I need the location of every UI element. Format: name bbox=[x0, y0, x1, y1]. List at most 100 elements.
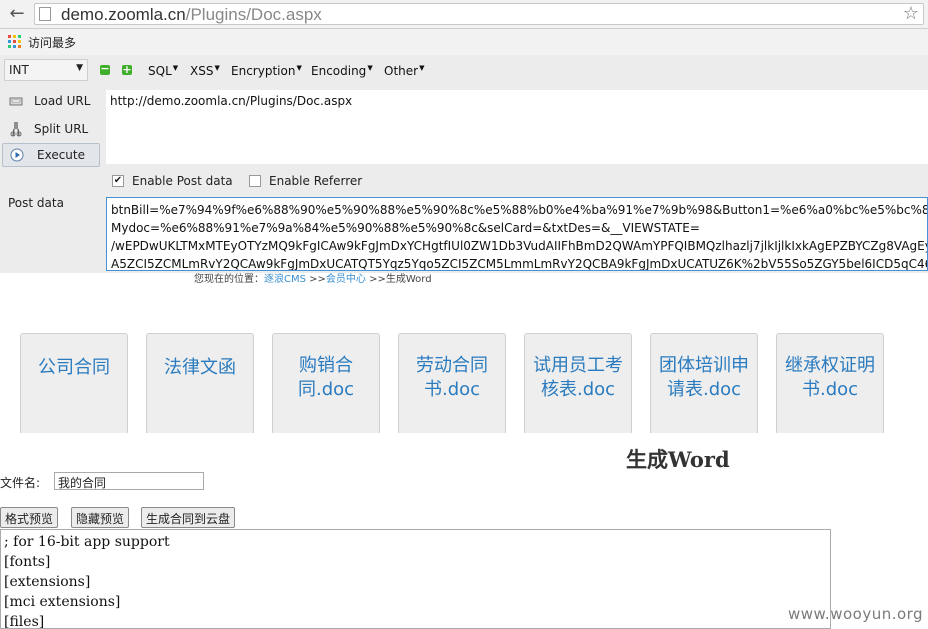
increase-icon[interactable]: + bbox=[122, 64, 132, 75]
editor-line: ; for 16-bit app support bbox=[4, 534, 170, 550]
bookmarks-bar: 访问最多 bbox=[0, 29, 928, 55]
address-domain: demo.zoomla.cn bbox=[61, 5, 186, 24]
card-line: 团体培训申 bbox=[659, 355, 749, 376]
caret-icon: ▼ bbox=[367, 64, 373, 72]
filename-label: 文件名: bbox=[0, 476, 41, 490]
menu-other-label: Other bbox=[384, 64, 419, 78]
menu-sql-label: SQL bbox=[148, 64, 172, 78]
format-preview-button[interactable]: 格式预览 bbox=[0, 507, 59, 528]
breadcrumb-member-link[interactable]: 会员中心 bbox=[326, 274, 366, 285]
card-line: 继承权证明 bbox=[785, 355, 875, 376]
address-text: demo.zoomla.cn/Plugins/Doc.aspx bbox=[61, 5, 322, 25]
template-card-title: 试用员工考核表.doc bbox=[529, 354, 627, 402]
editor-line: [files] bbox=[4, 614, 45, 629]
card-line: 书.doc bbox=[801, 379, 859, 400]
enable-post-label: Enable Post data bbox=[132, 174, 233, 188]
load-url-label: Load URL bbox=[34, 94, 91, 108]
template-card-title: 劳动合同书.doc bbox=[403, 354, 501, 402]
template-card[interactable]: 试用员工考核表.doc bbox=[524, 333, 632, 433]
template-card[interactable]: 购销合 同.doc bbox=[272, 333, 380, 433]
card-line: 劳动合同 bbox=[416, 355, 488, 376]
hackbar-panel: INT ▼ − + SQL▼ XSS▼ Encryption▼ Encoding… bbox=[0, 55, 928, 273]
template-card[interactable]: 团体培训申请表.doc bbox=[650, 333, 758, 433]
address-path: /Plugins/Doc.aspx bbox=[185, 5, 322, 24]
post-data-line: A5ZCI5ZCMLmRvY2QCAw9kFgJmDxUCATQT5Yqz5Yq… bbox=[111, 257, 928, 271]
template-card-title: 团体培训申请表.doc bbox=[655, 354, 753, 402]
enable-post-checkbox[interactable]: ✔ bbox=[112, 175, 124, 187]
enable-referrer-label: Enable Referrer bbox=[269, 174, 363, 188]
play-icon bbox=[10, 148, 24, 162]
chevron-down-icon: ▼ bbox=[76, 63, 83, 73]
template-card[interactable]: 劳动合同书.doc bbox=[398, 333, 506, 433]
type-select-value: INT bbox=[9, 63, 29, 77]
breadcrumb-current: >>生成Word bbox=[365, 274, 432, 285]
hackbar-toolbar: INT ▼ − + SQL▼ XSS▼ Encryption▼ Encoding… bbox=[0, 55, 928, 89]
url-textarea[interactable]: http://demo.zoomla.cn/Plugins/Doc.aspx bbox=[106, 90, 928, 164]
card-line: 书.doc bbox=[423, 379, 481, 400]
card-line: 同.doc bbox=[297, 379, 355, 400]
load-url-icon bbox=[9, 97, 23, 106]
post-data-textarea[interactable]: btnBill=%e7%94%9f%e6%88%90%e5%90%88%e5%9… bbox=[106, 197, 928, 271]
split-url-button[interactable]: Split URL bbox=[2, 117, 100, 141]
template-card-title: 继承权证明书.doc bbox=[781, 354, 879, 402]
page-icon bbox=[39, 7, 51, 21]
address-field[interactable]: demo.zoomla.cn/Plugins/Doc.aspx ☆ bbox=[34, 3, 924, 25]
card-line: 法律文函 bbox=[164, 357, 236, 378]
breadcrumb-home-link[interactable]: 逐浪CMS bbox=[264, 274, 306, 285]
template-card-title: 法律文函 bbox=[151, 356, 249, 380]
card-line: 公司合同 bbox=[38, 357, 110, 378]
document-editor[interactable]: ; for 16-bit app support [fonts] [extensio… bbox=[0, 529, 831, 629]
editor-line: [mci extensions] bbox=[4, 594, 121, 610]
page-title: 生成Word bbox=[626, 447, 730, 472]
execute-button[interactable]: Execute bbox=[2, 143, 100, 167]
card-line: 核表.doc bbox=[540, 379, 616, 400]
breadcrumb-prefix: 您现在的位置： bbox=[194, 274, 264, 285]
template-card-title: 购销合 同.doc bbox=[277, 354, 375, 402]
post-data-label: Post data bbox=[8, 196, 64, 210]
breadcrumb-separator: >> bbox=[305, 274, 326, 285]
post-data-line: btnBill=%e7%94%9f%e6%88%90%e5%90%88%e5%9… bbox=[111, 203, 928, 217]
hide-preview-button[interactable]: 隐藏预览 bbox=[71, 507, 130, 528]
back-arrow-icon[interactable]: ← bbox=[6, 3, 28, 25]
caret-icon: ▼ bbox=[214, 64, 220, 72]
editor-line: [extensions] bbox=[4, 574, 91, 590]
card-line: 试用员工考 bbox=[533, 355, 623, 376]
bookmark-star-icon[interactable]: ☆ bbox=[903, 3, 919, 24]
watermark: www.wooyun.org bbox=[788, 605, 924, 623]
menu-xss-label: XSS bbox=[190, 64, 214, 78]
menu-encryption-label: Encryption bbox=[231, 64, 296, 78]
template-card[interactable]: 继承权证明书.doc bbox=[776, 333, 884, 433]
enable-referrer-checkbox[interactable] bbox=[249, 175, 261, 187]
filename-input[interactable]: 我的合同 bbox=[54, 472, 204, 490]
menu-sql[interactable]: SQL▼ bbox=[148, 64, 178, 78]
menu-encoding[interactable]: Encoding▼ bbox=[311, 64, 373, 78]
breadcrumb: 您现在的位置：逐浪CMS >>会员中心 >>生成Word bbox=[194, 270, 432, 285]
load-url-button[interactable]: Load URL bbox=[2, 89, 100, 113]
card-line: 请表.doc bbox=[666, 379, 742, 400]
split-url-label: Split URL bbox=[34, 122, 89, 136]
editor-line: [fonts] bbox=[4, 554, 51, 570]
save-to-cloud-button[interactable]: 生成合同到云盘 bbox=[141, 507, 236, 528]
post-data-value: btnBill=%e7%94%9f%e6%88%90%e5%90%88%e5%9… bbox=[111, 201, 928, 271]
url-textarea-value: http://demo.zoomla.cn/Plugins/Doc.aspx bbox=[110, 94, 353, 108]
apps-grid-icon[interactable] bbox=[8, 35, 21, 48]
menu-xss[interactable]: XSS▼ bbox=[190, 64, 220, 78]
filename-input-value: 我的合同 bbox=[58, 476, 107, 490]
bookmark-most-visited[interactable]: 访问最多 bbox=[28, 34, 76, 51]
browser-url-bar: ← demo.zoomla.cn/Plugins/Doc.aspx ☆ bbox=[0, 0, 928, 29]
menu-encryption[interactable]: Encryption▼ bbox=[231, 64, 302, 78]
menu-encoding-label: Encoding bbox=[311, 64, 367, 78]
template-card-title: 公司合同 bbox=[25, 356, 123, 380]
caret-icon: ▼ bbox=[419, 64, 425, 72]
menu-other[interactable]: Other▼ bbox=[384, 64, 424, 78]
template-card[interactable]: 法律文函 bbox=[146, 333, 254, 433]
template-card[interactable]: 公司合同 bbox=[20, 333, 128, 433]
caret-icon: ▼ bbox=[172, 64, 179, 72]
caret-icon: ▼ bbox=[296, 64, 302, 72]
type-select[interactable]: INT ▼ bbox=[4, 59, 88, 81]
post-data-line: Mydoc=%e6%88%91%e7%9a%84%e5%90%88%e5%90%… bbox=[111, 221, 700, 235]
decrease-icon[interactable]: − bbox=[100, 63, 110, 75]
split-url-icon bbox=[10, 122, 22, 137]
editor-content: ; for 16-bit app support [fonts] [extensio… bbox=[4, 532, 170, 629]
post-data-line: /wEPDwUKLTMxMTEyOTYzMQ9kFgICAw9kFgJmDxYC… bbox=[111, 239, 928, 253]
